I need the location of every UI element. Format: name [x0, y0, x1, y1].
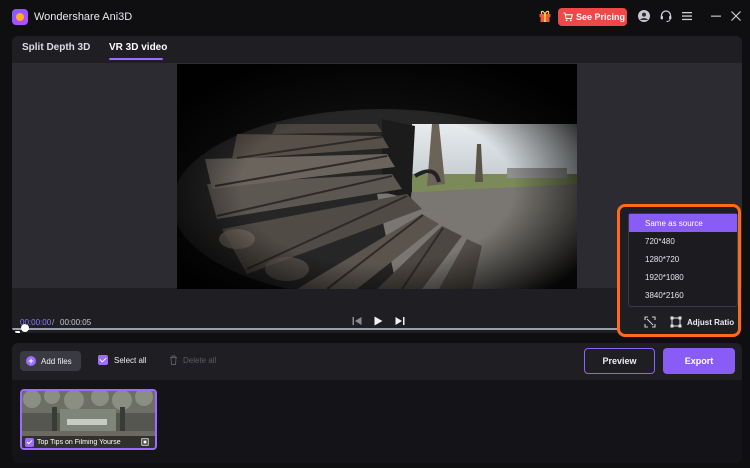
adjust-ratio-icon [670, 316, 682, 328]
trim-start-handle[interactable] [15, 331, 20, 333]
see-pricing-button[interactable]: See Pricing [558, 8, 627, 26]
next-frame-icon[interactable] [394, 315, 406, 327]
resolution-option-3840x2160[interactable]: 3840*2160 [629, 286, 737, 304]
minimize-icon[interactable] [709, 9, 723, 23]
trash-icon [170, 355, 177, 365]
app-logo-icon [12, 9, 28, 25]
avatar-icon[interactable] [637, 9, 651, 23]
clip-info-bar: Top Tips on Filming Yourse [22, 436, 155, 448]
close-icon[interactable] [729, 9, 743, 23]
previous-frame-icon[interactable] [351, 315, 363, 327]
cart-icon [563, 12, 573, 22]
current-time: 00:00:00 [20, 318, 52, 327]
time-separator: / [52, 318, 55, 327]
select-all-checkbox[interactable]: Select all [98, 355, 146, 365]
title-bar: Wondershare Ani3D See Pricing [0, 0, 750, 34]
see-pricing-label: See Pricing [576, 12, 626, 22]
resolution-popup: Same as source 720*480 1280*720 1920*108… [617, 204, 741, 337]
clip-thumbnail[interactable]: Top Tips on Filming Yourse [20, 389, 157, 450]
plus-icon: + [26, 356, 36, 366]
tab-vr-3d-video[interactable]: VR 3D video [109, 42, 167, 53]
tab-split-depth-3d[interactable]: Split Depth 3D [22, 42, 90, 53]
resolution-option-1280x720[interactable]: 1280*720 [629, 250, 737, 268]
app-title: Wondershare Ani3D [34, 11, 133, 23]
play-icon[interactable] [372, 315, 384, 327]
active-tab-indicator [109, 58, 163, 60]
checkbox-checked-icon [98, 355, 108, 365]
clip-name: Top Tips on Filming Yourse [37, 438, 121, 446]
delete-all-label: Delete all [183, 355, 217, 365]
menu-icon[interactable] [680, 9, 694, 23]
resolution-option-same-as-source[interactable]: Same as source [629, 214, 737, 232]
file-list-panel: + Add files Select all Delete all Previe… [12, 343, 742, 463]
resolution-option-720x480[interactable]: 720*480 [629, 232, 737, 250]
add-files-label: Add files [41, 356, 72, 366]
gift-icon[interactable] [538, 9, 552, 23]
file-toolbar: + Add files Select all Delete all Previe… [12, 343, 742, 380]
add-files-button[interactable]: + Add files [20, 351, 81, 371]
adjust-ratio-button[interactable]: Adjust Ratio [670, 315, 734, 329]
clip-edit-icon[interactable] [141, 438, 149, 446]
clip-checkbox[interactable] [25, 437, 34, 447]
clip-list: Top Tips on Filming Yourse [12, 380, 742, 463]
fit-screen-icon[interactable] [644, 316, 656, 328]
video-preview [177, 64, 577, 289]
adjust-ratio-label: Adjust Ratio [687, 317, 735, 327]
delete-all-button[interactable]: Delete all [169, 355, 216, 365]
select-all-label: Select all [114, 355, 147, 365]
total-time: 00:00:05 [60, 318, 92, 327]
headset-icon[interactable] [659, 9, 673, 23]
resolution-list: Same as source 720*480 1280*720 1920*108… [628, 213, 738, 307]
preview-button[interactable]: Preview [584, 348, 655, 374]
mode-tabs: Split Depth 3D VR 3D video [12, 36, 742, 62]
export-button[interactable]: Export [663, 348, 735, 374]
resolution-option-1920x1080[interactable]: 1920*1080 [629, 268, 737, 286]
